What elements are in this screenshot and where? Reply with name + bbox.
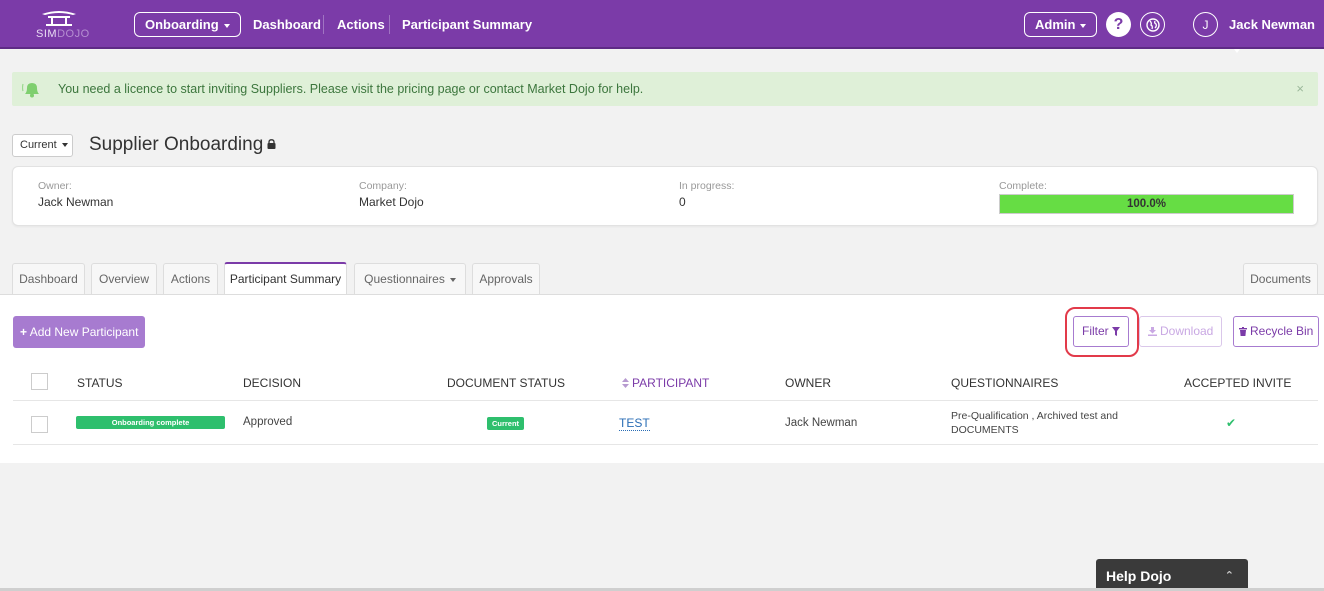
- admin-label: Admin: [1035, 17, 1076, 32]
- top-navbar: SIMDOJO Onboarding Dashboard Actions Par…: [0, 0, 1324, 53]
- column-header-questionnaires[interactable]: QUESTIONNAIRES: [951, 376, 1058, 390]
- column-header-owner[interactable]: OWNER: [785, 376, 831, 390]
- column-header-participant[interactable]: PARTICIPANT: [622, 376, 709, 390]
- chevron-down-icon: [1234, 48, 1240, 53]
- tab-questionnaires-label: Questionnaires: [364, 272, 445, 286]
- tab-participant-summary[interactable]: Participant Summary: [224, 262, 347, 294]
- sim-dojo-logo[interactable]: SIMDOJO: [36, 8, 92, 42]
- participant-header-label: PARTICIPANT: [632, 376, 710, 390]
- event-info-card: Owner: Jack Newman Company: Market Dojo …: [12, 166, 1318, 226]
- tab-documents[interactable]: Documents: [1243, 263, 1318, 294]
- document-status-badge: Current: [487, 417, 524, 430]
- alert-message: You need a licence to start inviting Sup…: [58, 82, 644, 96]
- chevron-down-icon: [1080, 23, 1087, 28]
- nav-actions-link[interactable]: Actions: [337, 12, 385, 37]
- owner-value: Jack Newman: [38, 195, 114, 209]
- status-badge: Onboarding complete: [76, 416, 225, 429]
- questionnaires-cell-line2: DOCUMENTS: [951, 424, 1019, 436]
- in-progress-label: In progress:: [679, 180, 735, 192]
- checkmark-icon: ✔: [1226, 416, 1237, 430]
- row-checkbox[interactable]: [31, 416, 48, 433]
- help-dojo-widget[interactable]: Help Dojo ⌃: [1096, 559, 1248, 591]
- help-dojo-label: Help Dojo: [1106, 568, 1172, 584]
- owner-cell: Jack Newman: [785, 417, 858, 429]
- logo-text: SIMDOJO: [36, 28, 90, 40]
- user-name: Jack Newman: [1229, 17, 1315, 32]
- tab-dashboard[interactable]: Dashboard: [12, 263, 85, 294]
- tab-questionnaires[interactable]: Questionnaires: [354, 263, 466, 294]
- admin-dropdown[interactable]: Admin: [1024, 12, 1098, 37]
- owner-label: Owner:: [38, 180, 72, 192]
- onboarding-label: Onboarding: [145, 17, 219, 32]
- download-button[interactable]: Download: [1139, 316, 1222, 347]
- chevron-up-icon: ⌃: [1224, 570, 1234, 582]
- column-header-accepted-invite[interactable]: ACCEPTED INVITE: [1184, 376, 1291, 390]
- globe-glyph: [1145, 18, 1160, 32]
- add-participant-label: Add New Participant: [29, 325, 139, 339]
- nav-divider: [323, 15, 324, 34]
- complete-progress-bar: 100.0%: [999, 194, 1294, 214]
- close-icon[interactable]: ×: [1296, 72, 1304, 106]
- column-header-status[interactable]: STATUS: [77, 376, 123, 390]
- onboarding-dropdown[interactable]: Onboarding: [134, 12, 241, 37]
- trash-icon: [1238, 327, 1247, 336]
- current-version-dropdown[interactable]: Current: [12, 134, 73, 157]
- company-value: Market Dojo: [359, 195, 424, 209]
- recycle-bin-label: Recycle Bin: [1249, 324, 1314, 338]
- chevron-down-icon: [61, 143, 68, 148]
- download-icon: [1147, 327, 1157, 336]
- tab-overview[interactable]: Overview: [91, 263, 157, 294]
- nav-dashboard-link[interactable]: Dashboard: [253, 12, 321, 37]
- table-row: Onboarding complete Approved Current TES…: [13, 400, 1318, 445]
- globe-icon[interactable]: [1140, 12, 1165, 37]
- add-participant-button[interactable]: + Add New Participant: [13, 316, 145, 348]
- company-label: Company:: [359, 180, 407, 192]
- questionnaires-cell-line1: Pre-Qualification , Archived test and: [951, 410, 1118, 422]
- chevron-down-icon: [223, 23, 230, 28]
- current-label: Current: [20, 139, 57, 151]
- recycle-bin-button[interactable]: Recycle Bin: [1233, 316, 1319, 347]
- page-title: Supplier Onboarding: [89, 134, 276, 156]
- licence-alert: You need a licence to start inviting Sup…: [12, 72, 1318, 106]
- in-progress-value: 0: [679, 195, 686, 209]
- sort-icon: [622, 378, 629, 388]
- user-avatar[interactable]: J: [1193, 12, 1218, 37]
- help-icon[interactable]: ?: [1106, 12, 1131, 37]
- decision-cell: Approved: [243, 416, 293, 428]
- lock-icon: [267, 139, 276, 149]
- download-label: Download: [1159, 324, 1214, 338]
- chevron-down-icon: [449, 277, 456, 282]
- temple-roof-icon: [42, 11, 76, 26]
- tab-approvals[interactable]: Approvals: [472, 263, 540, 294]
- participant-link[interactable]: TEST: [619, 416, 650, 431]
- plus-icon: +: [20, 325, 28, 339]
- column-header-document-status[interactable]: DOCUMENT STATUS: [447, 376, 565, 390]
- nav-participant-summary-link[interactable]: Participant Summary: [402, 12, 532, 37]
- column-header-decision[interactable]: DECISION: [243, 376, 301, 390]
- user-menu[interactable]: Jack Newman: [1229, 12, 1324, 53]
- tab-actions[interactable]: Actions: [163, 263, 218, 294]
- complete-label: Complete:: [999, 180, 1047, 192]
- nav-divider: [389, 15, 390, 34]
- bell-icon: [22, 83, 39, 98]
- complete-progress-fill: 100.0%: [1000, 195, 1293, 213]
- filter-highlight-ring: [1065, 307, 1139, 357]
- select-all-checkbox[interactable]: [31, 373, 48, 390]
- page-title-text: Supplier Onboarding: [89, 134, 264, 155]
